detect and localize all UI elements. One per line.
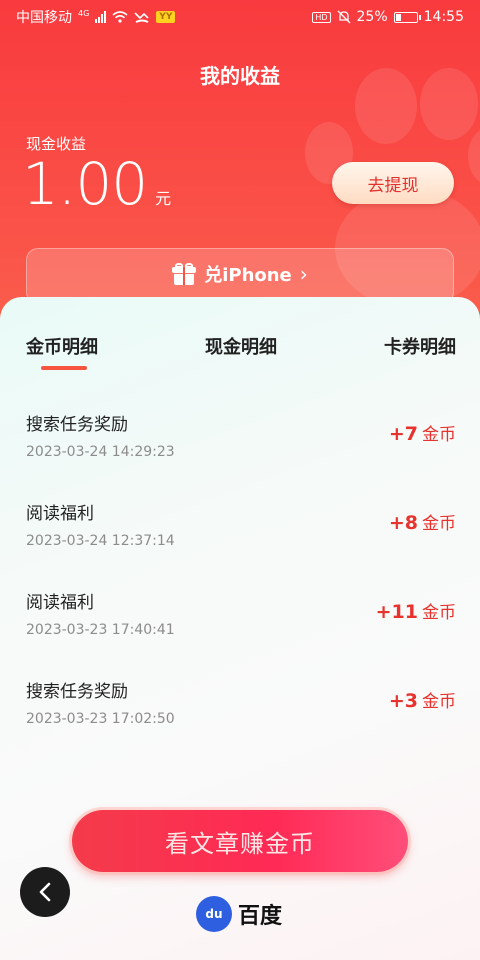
yy-app-icon: YY: [156, 11, 176, 23]
record-amount: +3 金币: [389, 687, 456, 712]
brand-name: 百度: [238, 904, 283, 929]
record-amount-value: +11: [375, 601, 418, 623]
chevron-left-icon: [39, 882, 51, 902]
record-amount-value: +8: [388, 512, 418, 534]
missed-call-icon: [134, 12, 149, 23]
redeem-iphone-button[interactable]: 兑iPhone ›: [26, 248, 454, 304]
baidu-paw-logo: du: [196, 896, 232, 932]
hd-badge: HD: [312, 11, 331, 23]
cash-earnings-value: 1.00: [22, 150, 148, 218]
record-amount: +8 金币: [389, 509, 456, 534]
record-time: 2023-03-23 17:02:50: [26, 711, 175, 727]
record-amount-unit: 金币: [422, 692, 456, 712]
coin-record-list: 搜索任务奖励 2023-03-24 14:29:23 +7 金币 阅读福利 20…: [0, 404, 480, 760]
record-amount: +11 金币: [376, 598, 456, 623]
list-item: 搜索任务奖励 2023-03-23 17:02:50 +3 金币: [0, 671, 480, 760]
record-time: 2023-03-24 12:37:14: [26, 533, 175, 549]
wifi-icon: [112, 11, 128, 23]
carrier-label: 中国移动: [16, 10, 72, 26]
record-amount-value: +7: [388, 423, 418, 445]
tab-coin-details[interactable]: 金币明细: [26, 333, 98, 359]
record-time: 2023-03-23 17:40:41: [26, 622, 175, 638]
list-item: 搜索任务奖励 2023-03-24 14:29:23 +7 金币: [0, 404, 480, 493]
baidu-brand: du 百度: [196, 896, 282, 932]
signal-icon: [95, 11, 107, 23]
paw-decoration: [468, 128, 480, 184]
read-articles-earn-coins-button[interactable]: 看文章赚金币: [72, 810, 408, 872]
bell-off-icon: [337, 10, 350, 24]
tab-cash-details[interactable]: 现金明细: [205, 333, 277, 359]
network-label: 4G: [78, 8, 90, 18]
battery-icon: [393, 11, 421, 23]
status-bar: 中国移动 4G YY HD 25% 14:55: [0, 0, 480, 34]
chevron-right-icon: ›: [299, 262, 308, 286]
back-button[interactable]: [20, 867, 70, 917]
withdraw-button[interactable]: 去提现: [332, 162, 454, 204]
redeem-label: 兑iPhone: [204, 265, 292, 286]
active-tab-indicator: [41, 366, 87, 370]
record-title: 阅读福利: [26, 504, 94, 524]
record-amount: +7 金币: [389, 420, 456, 445]
gift-icon: [172, 263, 197, 285]
battery-percent: 25%: [356, 9, 388, 25]
record-amount-value: +3: [388, 690, 418, 712]
record-title: 搜索任务奖励: [26, 682, 128, 702]
record-time: 2023-03-24 14:29:23: [26, 444, 175, 460]
list-item: 阅读福利 2023-03-23 17:40:41 +11 金币: [0, 582, 480, 671]
record-title: 搜索任务奖励: [26, 415, 128, 435]
tab-coupon-details[interactable]: 卡券明细: [384, 333, 456, 359]
clock: 14:55: [423, 9, 464, 25]
list-item: 阅读福利 2023-03-24 12:37:14 +8 金币: [0, 493, 480, 582]
record-title: 阅读福利: [26, 593, 94, 613]
record-amount-unit: 金币: [422, 514, 456, 534]
record-amount-unit: 金币: [422, 603, 456, 623]
record-amount-unit: 金币: [422, 425, 456, 445]
page-title: 我的收益: [200, 64, 280, 88]
cash-earnings-unit: 元: [155, 189, 172, 208]
cash-earnings: 1.00 元: [22, 150, 171, 218]
